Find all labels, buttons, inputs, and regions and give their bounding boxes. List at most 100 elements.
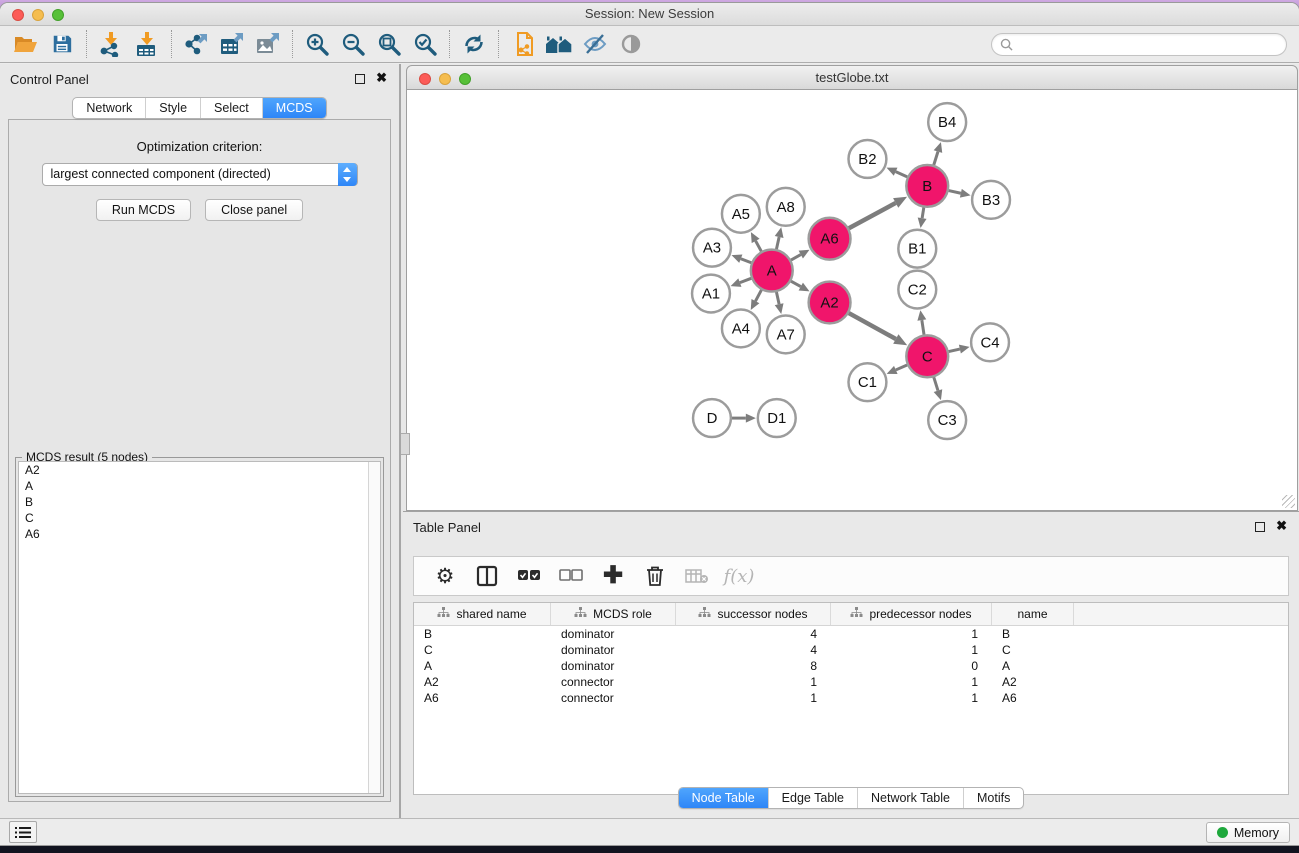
- open-file-icon[interactable]: [8, 29, 44, 59]
- close-window-button[interactable]: [12, 9, 24, 21]
- graph-node-C4[interactable]: C4: [971, 323, 1009, 361]
- result-item-a6[interactable]: A6: [19, 526, 380, 542]
- cell-predecessor-nodes[interactable]: 1: [831, 674, 992, 690]
- column-header-successor-nodes[interactable]: successor nodes: [676, 603, 831, 625]
- graph-edge-C-C4[interactable]: [949, 349, 960, 351]
- task-history-button[interactable]: [9, 821, 37, 843]
- close-network-button[interactable]: [419, 73, 431, 85]
- run-mcds-button[interactable]: Run MCDS: [96, 199, 191, 221]
- apply-layout-icon[interactable]: [456, 29, 492, 59]
- graph-node-C3[interactable]: C3: [928, 401, 966, 439]
- graph-node-A3[interactable]: A3: [693, 229, 731, 267]
- cell-shared-name[interactable]: A2: [414, 674, 551, 690]
- graph-edge-A6-B[interactable]: [849, 203, 896, 228]
- cell-successor-nodes[interactable]: 8: [676, 658, 831, 674]
- float-panel-icon[interactable]: [355, 74, 365, 84]
- table-row[interactable]: Adominator80A: [414, 658, 1288, 674]
- copy-network-view-icon[interactable]: [505, 29, 541, 59]
- column-header-predecessor-nodes[interactable]: predecessor nodes: [831, 603, 992, 625]
- graph-node-A7[interactable]: A7: [767, 315, 805, 353]
- search-box[interactable]: [991, 33, 1287, 56]
- graph-edge-C-C1[interactable]: [896, 365, 907, 370]
- hide-graphics-details-icon[interactable]: [577, 29, 613, 59]
- graph-node-D1[interactable]: D1: [758, 399, 796, 437]
- save-session-icon[interactable]: [44, 29, 80, 59]
- zoom-fit-icon[interactable]: [371, 29, 407, 59]
- zoom-out-icon[interactable]: [335, 29, 371, 59]
- network-canvas[interactable]: B4B2BB3A8A5A6A3B1AC2A1A2A4A7C4CC1DD1C3: [406, 90, 1298, 511]
- delete-row-icon[interactable]: [640, 561, 670, 591]
- graph-edge-A-A2[interactable]: [791, 281, 801, 286]
- graph-node-B3[interactable]: B3: [972, 181, 1010, 219]
- column-header-MCDS-role[interactable]: MCDS role: [551, 603, 676, 625]
- cell-name[interactable]: A2: [992, 674, 1074, 690]
- cell-shared-name[interactable]: A6: [414, 690, 551, 706]
- result-item-a[interactable]: A: [19, 478, 380, 494]
- minimize-network-button[interactable]: [439, 73, 451, 85]
- cell-MCDS-role[interactable]: connector: [551, 674, 676, 690]
- cell-name[interactable]: C: [992, 642, 1074, 658]
- table-settings-icon[interactable]: ⚙: [430, 561, 460, 591]
- graph-node-B4[interactable]: B4: [928, 103, 966, 141]
- table-row[interactable]: A2connector11A2: [414, 674, 1288, 690]
- graph-edge-C-C3[interactable]: [934, 377, 938, 390]
- cell-MCDS-role[interactable]: connector: [551, 690, 676, 706]
- tab-motifs[interactable]: Motifs: [963, 788, 1023, 808]
- close-panel-icon[interactable]: ✖: [376, 70, 387, 86]
- cell-MCDS-role[interactable]: dominator: [551, 658, 676, 674]
- cell-successor-nodes[interactable]: 1: [676, 690, 831, 706]
- graph-node-C2[interactable]: C2: [898, 271, 936, 309]
- cell-name[interactable]: A6: [992, 690, 1074, 706]
- float-table-panel-icon[interactable]: [1255, 522, 1265, 532]
- graph-node-C1[interactable]: C1: [849, 363, 887, 401]
- column-header-shared-name[interactable]: shared name: [414, 603, 551, 625]
- graph-edge-C-C2[interactable]: [922, 320, 924, 335]
- graph-edge-A-A5[interactable]: [756, 241, 762, 251]
- memory-button[interactable]: Memory: [1206, 822, 1290, 843]
- close-table-panel-icon[interactable]: ✖: [1276, 518, 1287, 534]
- select-all-check-icon[interactable]: [514, 561, 544, 591]
- split-columns-icon[interactable]: [472, 561, 502, 591]
- cell-predecessor-nodes[interactable]: 0: [831, 658, 992, 674]
- cell-successor-nodes[interactable]: 1: [676, 674, 831, 690]
- split-handle-vertical[interactable]: [401, 433, 410, 455]
- zoom-in-icon[interactable]: [299, 29, 335, 59]
- zoom-window-button[interactable]: [52, 9, 64, 21]
- graph-node-A6[interactable]: A6: [809, 218, 851, 260]
- add-column-icon[interactable]: ✚: [598, 561, 628, 591]
- graph-edge-A2-C[interactable]: [849, 313, 896, 339]
- graph-node-A1[interactable]: A1: [692, 275, 730, 313]
- graph-edge-A-A4[interactable]: [755, 290, 761, 301]
- import-network-icon[interactable]: [93, 29, 129, 59]
- cell-predecessor-nodes[interactable]: 1: [831, 642, 992, 658]
- graph-edge-B-B2[interactable]: [896, 172, 908, 177]
- graph-node-B[interactable]: B: [906, 165, 948, 207]
- tab-style[interactable]: Style: [145, 98, 200, 118]
- graph-edge-B-B3[interactable]: [949, 191, 961, 194]
- delete-table-icon[interactable]: [682, 561, 712, 591]
- zoom-selected-icon[interactable]: [407, 29, 443, 59]
- cell-successor-nodes[interactable]: 4: [676, 642, 831, 658]
- show-eye-icon[interactable]: [613, 29, 649, 59]
- graph-node-A4[interactable]: A4: [722, 309, 760, 347]
- cell-shared-name[interactable]: C: [414, 642, 551, 658]
- cell-name[interactable]: B: [992, 626, 1074, 642]
- result-item-a2[interactable]: A2: [19, 462, 380, 478]
- graph-edge-A-A1[interactable]: [740, 278, 751, 282]
- home-views-icon[interactable]: [541, 29, 577, 59]
- graph-node-A2[interactable]: A2: [809, 282, 851, 324]
- deselect-all-icon[interactable]: [556, 561, 586, 591]
- resize-grip-icon[interactable]: [1282, 495, 1295, 508]
- graph-node-D[interactable]: D: [693, 399, 731, 437]
- tab-network[interactable]: Network: [73, 98, 145, 118]
- minimize-window-button[interactable]: [32, 9, 44, 21]
- graph-node-C[interactable]: C: [906, 335, 948, 377]
- zoom-network-button[interactable]: [459, 73, 471, 85]
- graph-edge-A-A3[interactable]: [741, 259, 751, 263]
- import-table-icon[interactable]: [129, 29, 165, 59]
- cell-predecessor-nodes[interactable]: 1: [831, 690, 992, 706]
- result-item-c[interactable]: C: [19, 510, 380, 526]
- graph-node-B1[interactable]: B1: [898, 230, 936, 268]
- close-panel-button[interactable]: Close panel: [205, 199, 303, 221]
- export-network-icon[interactable]: [178, 29, 214, 59]
